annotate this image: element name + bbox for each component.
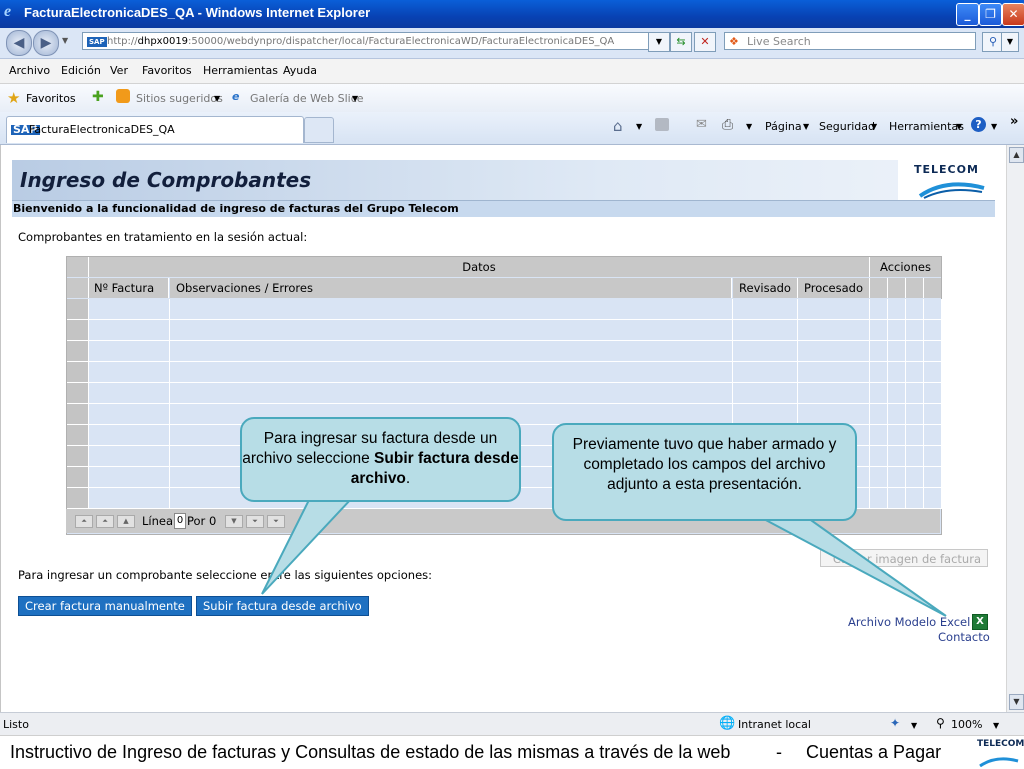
status-bar: Listo 🌐 Intranet local ✦ ▼ ⚲ 100% ▼ xyxy=(0,712,1024,735)
zoom-dropdown-icon[interactable]: ▼ xyxy=(993,721,999,730)
intranet-globe-icon: 🌐 xyxy=(719,716,736,731)
right-callout-pointer xyxy=(761,517,947,617)
callout-pointers xyxy=(261,497,947,617)
status-text: Listo xyxy=(3,718,29,731)
zone-text: Intranet local xyxy=(738,718,811,731)
protected-mode-icon[interactable]: ✦ xyxy=(890,716,900,730)
left-callout-pointer xyxy=(261,497,355,595)
footer-text-left: Instructivo de Ingreso de facturas y Con… xyxy=(10,742,731,762)
left-callout-bold: Subir factura desde archivo xyxy=(350,450,519,487)
right-callout: Previamente tuvo que haber armado y comp… xyxy=(552,423,857,521)
left-callout: Para ingresar su factura desde un archiv… xyxy=(240,417,521,502)
footer-telecom-swoosh-icon xyxy=(979,757,1019,767)
footer-brand: TELECOM xyxy=(977,739,1024,749)
zoom-level[interactable]: 100% xyxy=(951,718,982,731)
footer-text-right: Cuentas a Pagar xyxy=(806,742,942,762)
right-callout-text: Previamente tuvo que haber armado y comp… xyxy=(572,436,837,493)
protected-dropdown-icon[interactable]: ▼ xyxy=(911,721,917,730)
left-callout-end: . xyxy=(405,470,411,487)
zoom-icon[interactable]: ⚲ xyxy=(936,716,945,730)
slide-footer: Instructivo de Ingreso de facturas y Con… xyxy=(0,735,1024,769)
footer-separator: - xyxy=(776,742,782,762)
